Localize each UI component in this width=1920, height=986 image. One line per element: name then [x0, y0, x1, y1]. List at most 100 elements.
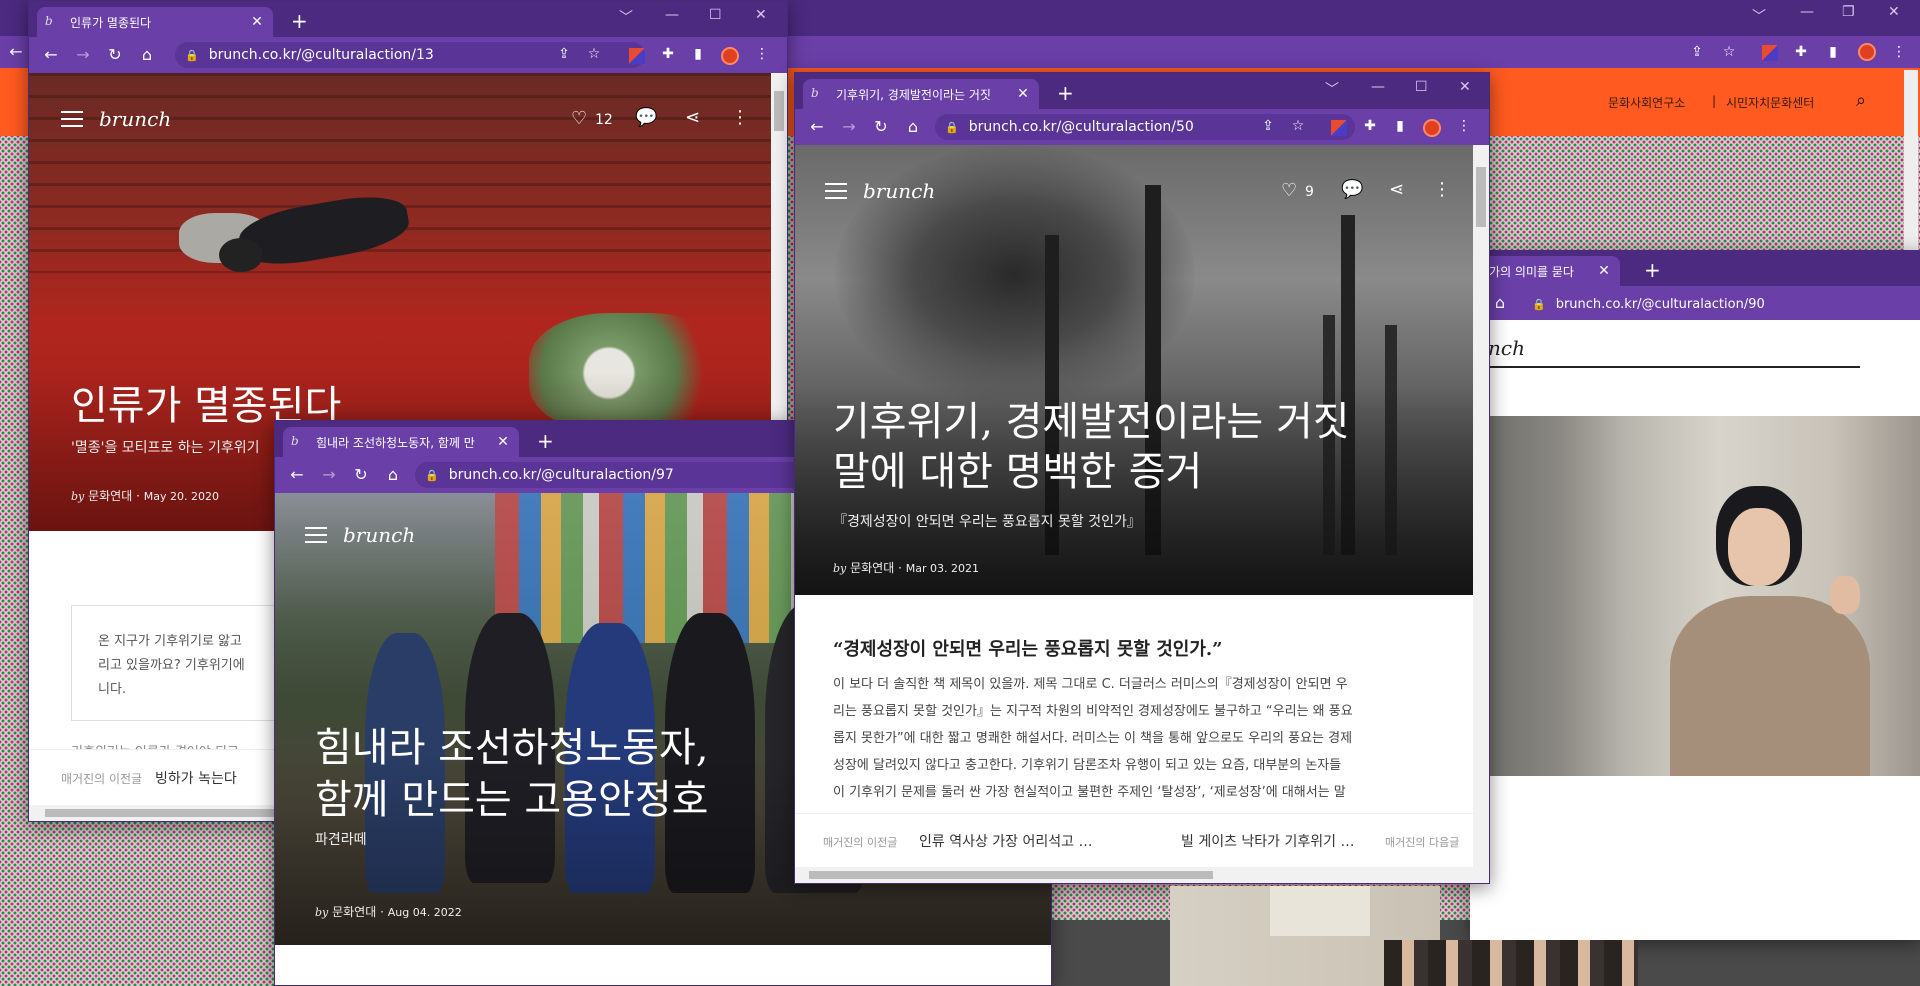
forward-icon[interactable]: → — [73, 45, 93, 64]
close-window-button[interactable]: ✕ — [755, 7, 767, 23]
bg-star-icon[interactable]: ☆ — [1720, 44, 1738, 60]
menu-hamburger-icon[interactable] — [305, 527, 327, 543]
new-tab-button[interactable]: + — [1057, 81, 1074, 105]
brunch-logo-13[interactable]: brunch — [99, 107, 171, 131]
brunch-logo-97[interactable]: brunch — [343, 523, 415, 547]
forward-icon[interactable]: → — [319, 465, 339, 484]
minimize-button[interactable]: — — [665, 7, 679, 23]
new-tab-button[interactable]: + — [291, 9, 308, 33]
author-50[interactable]: 문화연대 — [850, 561, 894, 575]
profile-icon[interactable] — [721, 47, 739, 65]
brunch-logo-50[interactable]: brunch — [863, 179, 935, 203]
menu-icon[interactable]: ⋮ — [1455, 118, 1473, 134]
bg-profile-icon[interactable] — [1858, 43, 1876, 61]
tab-article-13[interactable]: b 인류가 멸종된다 ✕ — [37, 7, 273, 37]
share-icon[interactable]: ⋖ — [1389, 179, 1404, 200]
maximize-button[interactable]: ☐ — [1415, 79, 1428, 95]
reload-icon[interactable]: ↻ — [871, 117, 891, 136]
menu-hamburger-icon[interactable] — [825, 183, 847, 199]
bg-minimize-button[interactable]: — — [1800, 4, 1814, 20]
bg-menu-icon[interactable]: ⋮ — [1890, 44, 1908, 60]
author-13[interactable]: 문화연대 — [88, 489, 132, 503]
tab-close-icon[interactable]: ✕ — [495, 434, 511, 450]
next-title-50[interactable]: 빌 게이츠 낙타가 기후위기 … — [1181, 831, 1354, 851]
bg-extension-icon[interactable] — [1762, 45, 1778, 61]
bg-puzzle-icon[interactable]: ✚ — [1792, 44, 1810, 60]
vertical-scrollbar-50[interactable] — [1473, 145, 1489, 867]
puzzle-icon[interactable]: ✚ — [1361, 118, 1379, 134]
star-icon[interactable]: ☆ — [585, 46, 603, 62]
new-tab-button[interactable]: + — [537, 429, 554, 453]
more-icon[interactable]: ⋮ — [1433, 179, 1451, 200]
extension-icon[interactable] — [629, 48, 645, 64]
share-icon[interactable]: ⇪ — [1259, 118, 1277, 134]
puzzle-icon[interactable]: ✚ — [659, 46, 677, 62]
tab-search-icon[interactable]: ﹀ — [1325, 79, 1339, 99]
menu-icon[interactable]: ⋮ — [753, 46, 771, 62]
tab-search-icon[interactable]: ﹀ — [619, 7, 633, 27]
search-icon[interactable]: ⌕ — [1856, 90, 1866, 111]
toolbar-50: ← → ↻ ⌂ 🔒 brunch.co.kr/@culturalaction/5… — [795, 109, 1489, 145]
like-icon[interactable]: ♡ — [571, 108, 587, 129]
like-icon[interactable]: ♡ — [1281, 180, 1297, 201]
url-13: brunch.co.kr/@culturalaction/13 — [208, 47, 434, 63]
by-label: by — [833, 562, 847, 575]
home-icon[interactable]: ⌂ — [137, 45, 157, 64]
address-bar-13[interactable]: 🔒 brunch.co.kr/@culturalaction/13 — [175, 42, 645, 68]
bg-sidepanel-icon[interactable]: ▮ — [1824, 44, 1842, 60]
prev-label-50[interactable]: 매거진의 이전글 — [823, 834, 897, 850]
toolbar-90: ⌂ 🔒 brunch.co.kr/@culturalaction/90 — [1470, 286, 1920, 320]
back-icon[interactable]: ← — [41, 45, 61, 64]
hero-subtitle-97: 파견라떼 — [315, 832, 367, 848]
prev-title-50[interactable]: 인류 역사상 가장 어리석고 … — [919, 831, 1092, 851]
author-97[interactable]: 문화연대 — [332, 905, 376, 919]
bg-close-button[interactable]: ✕ — [1888, 4, 1900, 20]
menu-hamburger-icon[interactable] — [61, 111, 83, 127]
bg-minimize-icon[interactable]: ﹀ — [1752, 6, 1766, 26]
bg-restore-button[interactable]: ❐ — [1842, 4, 1855, 20]
home-icon[interactable]: ⌂ — [903, 117, 923, 136]
new-tab-button[interactable]: + — [1644, 258, 1661, 282]
sidepanel-icon[interactable]: ▮ — [1391, 118, 1409, 134]
profile-icon[interactable] — [1423, 119, 1441, 137]
star-icon[interactable]: ☆ — [1289, 118, 1307, 134]
home-icon[interactable]: ⌂ — [1490, 293, 1510, 312]
bg-share-icon[interactable]: ⇪ — [1688, 44, 1706, 60]
tab-article-97[interactable]: b 힘내라 조선하청노동자, 함께 만 ✕ — [283, 427, 519, 457]
share-icon[interactable]: ⋖ — [685, 107, 700, 128]
prev-title-13[interactable]: 빙하가 녹는다 — [155, 768, 237, 788]
header-link-center[interactable]: 시민자치문화센터 — [1726, 94, 1814, 111]
sidepanel-icon[interactable]: ▮ — [689, 46, 707, 62]
tab-title-97: 힘내라 조선하청노동자, 함께 만 — [316, 435, 475, 450]
tab-article-50[interactable]: b 기후위기, 경제발전이라는 거짓 ✕ — [803, 79, 1039, 109]
horizontal-scrollbar-50[interactable] — [795, 867, 1489, 883]
forward-icon[interactable]: → — [839, 117, 859, 136]
extension-icon[interactable] — [1331, 120, 1347, 136]
reload-icon[interactable]: ↻ — [351, 465, 371, 484]
header-link-institute[interactable]: 문화사회연구소 — [1608, 94, 1685, 111]
home-icon[interactable]: ⌂ — [383, 465, 403, 484]
share-icon[interactable]: ⇪ — [555, 46, 573, 62]
brunch-logo-90[interactable]: nch — [1488, 336, 1525, 360]
maximize-button[interactable]: ☐ — [709, 7, 722, 23]
back-icon[interactable]: ← — [287, 465, 307, 484]
reload-icon[interactable]: ↻ — [105, 45, 125, 64]
back-icon[interactable]: ← — [807, 117, 827, 136]
tab-article-90[interactable]: 동가의 의미를 묻다 ✕ — [1470, 256, 1620, 286]
tab-close-icon[interactable]: ✕ — [1596, 263, 1612, 279]
comment-icon[interactable]: 💬 — [1341, 179, 1363, 200]
close-window-button[interactable]: ✕ — [1459, 79, 1471, 95]
prev-label-13[interactable]: 매거진의 이전글 — [61, 770, 142, 787]
date-separator: · — [898, 561, 906, 575]
next-label-50[interactable]: 매거진의 다음글 — [1385, 834, 1459, 850]
hero-title-50-line2: 말에 대한 명백한 증거 — [833, 449, 1203, 495]
tab-close-icon[interactable]: ✕ — [1015, 86, 1031, 102]
address-bar-90[interactable]: 🔒 brunch.co.kr/@culturalaction/90 — [1522, 291, 1920, 317]
bg-scrollbar[interactable] — [1904, 70, 1918, 250]
header-underline — [1470, 366, 1860, 368]
comment-icon[interactable]: 💬 — [635, 107, 657, 128]
more-icon[interactable]: ⋮ — [731, 107, 749, 128]
tab-close-icon[interactable]: ✕ — [249, 14, 265, 30]
bg-back-icon[interactable]: ← — [6, 42, 26, 61]
minimize-button[interactable]: — — [1371, 79, 1385, 95]
